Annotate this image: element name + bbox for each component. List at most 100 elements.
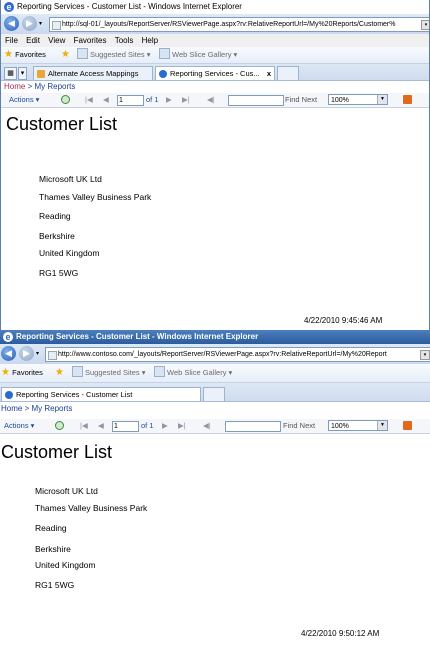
tab-bar: ▦ ▾ Alternate Access Mappings Reporting …: [1, 64, 429, 81]
tab-bar: Reporting Services - Customer List: [0, 383, 430, 402]
menu-bar: File Edit View Favorites Tools Help: [1, 34, 429, 47]
address-bar-row: ◀ ▶ ▾ http://sql-01/_layouts/ReportServe…: [1, 14, 429, 34]
menu-help[interactable]: Help: [142, 36, 158, 45]
previous-page-icon[interactable]: ◀: [103, 93, 109, 107]
back-to-parent-icon[interactable]: ◀|: [203, 419, 211, 433]
window-title: Reporting Services - Customer List - Win…: [16, 332, 259, 341]
zoom-select[interactable]: 100% ▼: [328, 420, 388, 431]
add-to-favorites-bar-icon[interactable]: ★: [55, 364, 64, 382]
web-slice-icon: [159, 48, 170, 59]
menu-edit[interactable]: Edit: [26, 36, 40, 45]
add-to-favorites-bar-icon[interactable]: ★: [61, 47, 70, 63]
web-slice-icon: [154, 366, 165, 377]
page-icon: [52, 21, 61, 30]
breadcrumb-home-link[interactable]: Home: [1, 404, 22, 413]
breadcrumb: Home > My Reports: [0, 403, 430, 415]
star-icon: ★: [1, 367, 10, 378]
export-icon[interactable]: [403, 95, 412, 104]
recent-pages-dropdown-icon[interactable]: ▾: [39, 20, 42, 27]
page-number-input[interactable]: 1: [117, 95, 144, 106]
recent-pages-dropdown-icon[interactable]: ▾: [36, 350, 39, 357]
find-text-input[interactable]: [228, 95, 284, 106]
first-page-icon[interactable]: |◀: [80, 419, 88, 433]
favorites-button[interactable]: ★ Favorites: [4, 47, 46, 63]
execution-timestamp: 4/22/2010 9:45:46 AM: [304, 316, 383, 325]
address-line-company: Microsoft UK Ltd: [35, 486, 98, 496]
report-toolbar: Actions ▾ |◀ ◀ 1 of 1 ▶ ▶| ◀| Find Next …: [1, 93, 429, 108]
find-next-button[interactable]: Find Next: [285, 93, 317, 107]
address-line-county: Berkshire: [39, 231, 75, 241]
menu-view[interactable]: View: [48, 36, 65, 45]
tab-list-dropdown-icon[interactable]: ▾: [18, 67, 27, 80]
favorites-bar: ★ Favorites ★ Suggested Sites ▾ Web Slic…: [0, 364, 430, 383]
page-icon: [48, 351, 57, 360]
refresh-icon[interactable]: [55, 421, 64, 430]
breadcrumb-separator: >: [27, 82, 33, 91]
forward-arrow-icon[interactable]: ▶: [19, 346, 34, 361]
ie-tab-icon: [5, 391, 13, 399]
last-page-icon[interactable]: ▶|: [182, 93, 190, 107]
find-next-button[interactable]: Find Next: [283, 419, 315, 433]
back-arrow-icon[interactable]: ◀: [4, 16, 19, 31]
page-count: of 1: [146, 95, 159, 104]
ie-icon: e: [3, 332, 13, 342]
last-page-icon[interactable]: ▶|: [178, 419, 186, 433]
execution-timestamp: 4/22/2010 9:50:12 AM: [301, 629, 380, 638]
zoom-dropdown-icon[interactable]: ▼: [377, 421, 387, 430]
page-number-input[interactable]: 1: [112, 421, 139, 432]
title-bar: e Reporting Services - Customer List - W…: [1, 0, 429, 14]
breadcrumb-home-link[interactable]: Home: [4, 82, 25, 91]
previous-page-icon[interactable]: ◀: [98, 419, 104, 433]
favorites-button[interactable]: ★ Favorites: [1, 364, 43, 382]
address-dropdown-icon[interactable]: ▾: [421, 20, 429, 30]
back-arrow-icon[interactable]: ◀: [1, 346, 16, 361]
zoom-select[interactable]: 100% ▼: [328, 94, 388, 105]
address-line-city: Reading: [35, 523, 67, 533]
address-field[interactable]: http://www.contoso.com/_layouts/ReportSe…: [45, 347, 430, 362]
suggested-sites-button[interactable]: Suggested Sites ▾: [77, 47, 150, 63]
next-page-icon[interactable]: ▶: [166, 93, 172, 107]
address-line-street: Thames Valley Business Park: [35, 503, 148, 513]
actions-menu[interactable]: Actions ▾: [9, 93, 39, 107]
star-icon: ★: [4, 49, 13, 60]
ie-icon: e: [4, 2, 14, 12]
actions-menu[interactable]: Actions ▾: [4, 419, 34, 433]
close-tab-icon[interactable]: x: [267, 67, 271, 80]
tab-reporting-services[interactable]: Reporting Services - Customer List: [1, 387, 201, 401]
back-to-parent-icon[interactable]: ◀|: [207, 93, 215, 107]
tab-reporting-services[interactable]: Reporting Services - Cus... x: [155, 66, 275, 80]
breadcrumb-my-reports-link[interactable]: My Reports: [34, 82, 75, 91]
ie-tab-icon: [159, 70, 167, 78]
export-icon[interactable]: [403, 421, 412, 430]
forward-arrow-icon[interactable]: ▶: [22, 16, 37, 31]
report-title: Customer List: [1, 442, 113, 462]
menu-file[interactable]: File: [5, 36, 18, 45]
address-line-county: Berkshire: [35, 544, 71, 554]
breadcrumb-separator: >: [24, 404, 30, 413]
menu-favorites[interactable]: Favorites: [74, 36, 107, 45]
quick-tabs-icon[interactable]: ▦: [4, 67, 17, 80]
page-count: of 1: [141, 421, 154, 430]
browser-window-bottom: e Reporting Services - Customer List - W…: [0, 330, 430, 645]
web-slice-gallery-button[interactable]: Web Slice Gallery ▾: [159, 47, 237, 63]
web-slice-gallery-button[interactable]: Web Slice Gallery ▾: [154, 364, 232, 382]
breadcrumb-my-reports-link[interactable]: My Reports: [31, 404, 72, 413]
address-dropdown-icon[interactable]: ▾: [420, 350, 430, 360]
new-tab-button[interactable]: [203, 387, 225, 401]
address-field[interactable]: http://sql-01/_layouts/ReportServer/RSVi…: [49, 17, 429, 32]
address-line-city: Reading: [39, 211, 71, 221]
suggested-sites-button[interactable]: Suggested Sites ▾: [72, 364, 145, 382]
suggested-sites-icon: [72, 366, 83, 377]
next-page-icon[interactable]: ▶: [162, 419, 168, 433]
first-page-icon[interactable]: |◀: [85, 93, 93, 107]
report-title: Customer List: [6, 114, 118, 134]
tab-alternate-access-mappings[interactable]: Alternate Access Mappings: [33, 66, 153, 80]
address-line-country: United Kingdom: [35, 560, 96, 570]
find-text-input[interactable]: [225, 421, 281, 432]
address-url: http://www.contoso.com/_layouts/ReportSe…: [58, 351, 387, 358]
refresh-icon[interactable]: [61, 95, 70, 104]
new-tab-button[interactable]: [277, 66, 299, 80]
zoom-dropdown-icon[interactable]: ▼: [377, 95, 387, 104]
suggested-sites-icon: [77, 48, 88, 59]
menu-tools[interactable]: Tools: [115, 36, 134, 45]
